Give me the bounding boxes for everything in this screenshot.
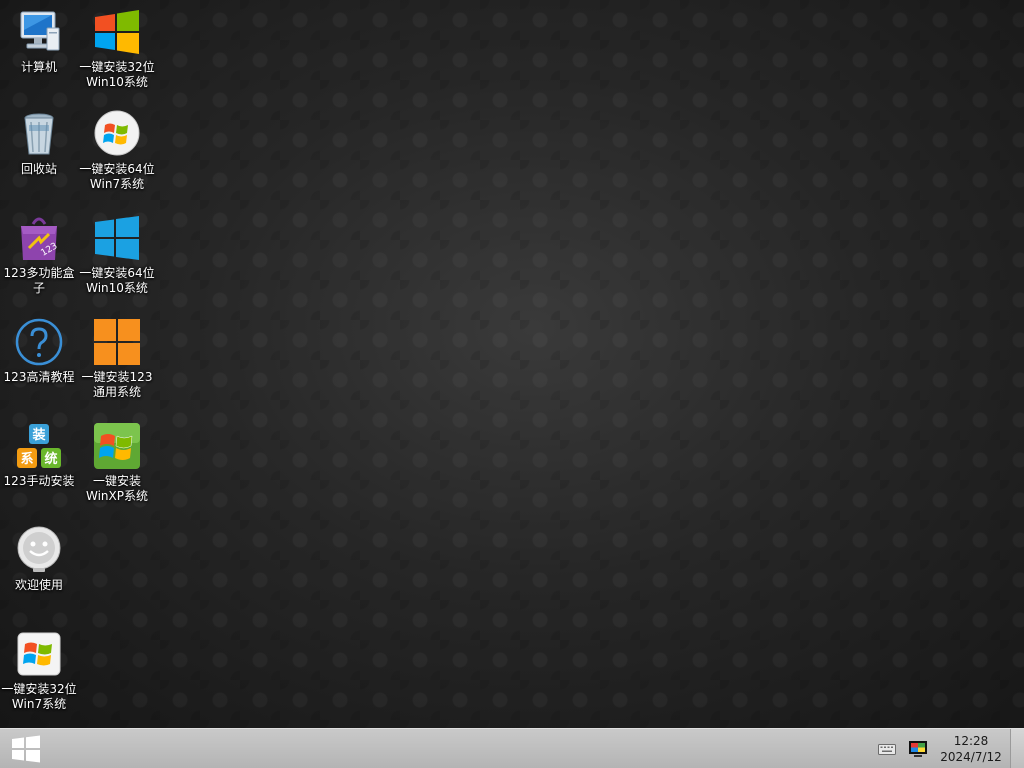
windows7-flag-icon [15,630,63,678]
desktop-icon-install-32-win7[interactable]: 一键安装32位 Win7系统 [0,630,78,712]
smiley-face-icon [15,526,63,574]
desktop-icon-install-winxp[interactable]: 一键安装 WinXP系统 [78,422,156,504]
desktop-icon-label: 123手动安装 [3,474,75,488]
start-button[interactable] [8,734,44,764]
taskbar: 12:28 2024/7/12 [0,728,1024,768]
windows10-blue-logo-icon [93,214,141,262]
desktop-icon-123-tutorial[interactable]: 123高清教程 [0,318,78,385]
display-color-icon[interactable] [908,739,928,759]
clock-time: 12:28 [953,734,989,748]
desktop-icon-label: 一键安装32位 Win10系统 [79,60,155,89]
desktop-icon-label: 一键安装123 通用系统 [81,370,153,399]
install-blocks-icon: 装 系 统 [15,422,63,470]
desktop-icon-welcome[interactable]: 欢迎使用 [0,526,78,593]
block-char-left: 系 [20,451,33,467]
clock-date: 2024/7/12 [940,750,1002,764]
start-windows-icon [12,735,40,763]
desktop-icon-123-toolbox[interactable]: 123 123多功能盒子 [0,214,78,296]
windows7-orb-icon [93,110,141,158]
desktop-icon-label: 欢迎使用 [14,578,63,592]
desktop-icon-label: 一键安装64位 Win7系统 [79,162,155,191]
toolbox-bag-icon: 123 [15,214,63,262]
desktop-icon-label: 一键安装64位 Win10系统 [79,266,155,295]
recycle-bin-icon [15,110,63,158]
show-desktop-button[interactable] [1010,729,1024,768]
desktop: 计算机 回收站 123 123多功能盒子 123高清教程 装 系 统 123手动… [0,0,1024,728]
desktop-icon-install-64-win7[interactable]: 一键安装64位 Win7系统 [78,110,156,192]
desktop-icon-label: 一键安装 WinXP系统 [86,474,148,503]
desktop-icon-label: 123多功能盒子 [3,266,75,295]
help-question-icon [15,318,63,366]
windows-xp-logo-icon [93,422,141,470]
desktop-icon-label: 回收站 [20,162,57,176]
computer-icon [15,8,63,56]
desktop-icon-recycle-bin[interactable]: 回收站 [0,110,78,177]
desktop-icon-label: 计算机 [20,60,57,74]
keyboard-icon[interactable] [878,741,896,755]
block-char-right: 统 [44,451,57,467]
taskbar-clock[interactable]: 12:28 2024/7/12 [936,733,1006,765]
desktop-icon-install-123-generic[interactable]: 一键安装123 通用系统 [78,318,156,400]
windows10-color-logo-icon [93,8,141,56]
block-char-top: 装 [31,427,45,443]
desktop-icon-install-32-win10[interactable]: 一键安装32位 Win10系统 [78,8,156,90]
desktop-icon-label: 123高清教程 [3,370,75,384]
desktop-icon-computer[interactable]: 计算机 [0,8,78,75]
windows-orange-logo-icon [93,318,141,366]
desktop-icon-123-manual-install[interactable]: 装 系 统 123手动安装 [0,422,78,489]
desktop-icon-label: 一键安装32位 Win7系统 [1,682,77,711]
desktop-icon-install-64-win10[interactable]: 一键安装64位 Win10系统 [78,214,156,296]
